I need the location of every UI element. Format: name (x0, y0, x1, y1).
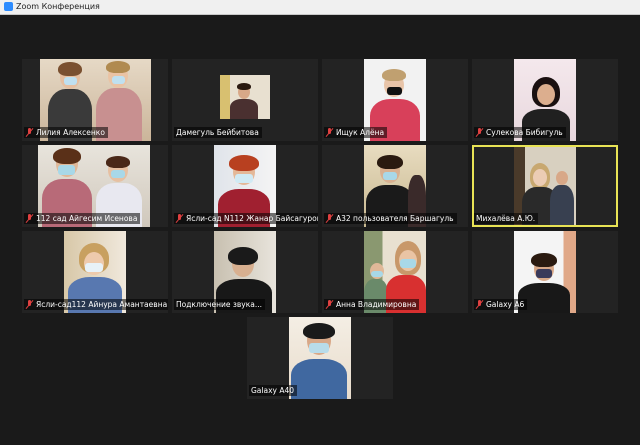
participant-nameplate: Подключение звука... (174, 299, 265, 310)
muted-mic-icon (325, 213, 334, 224)
window-title: Zoom Конференция (16, 2, 100, 11)
participant-name: Подключение звука... (176, 300, 262, 309)
participant-tile[interactable]: Анна Владимировна (322, 231, 468, 313)
title-bar: Zoom Конференция (0, 0, 640, 15)
muted-mic-icon (175, 213, 184, 224)
participant-name: Galaxy A6 (486, 300, 525, 309)
participant-name: Сулекова Бибигуль (486, 128, 563, 137)
participant-nameplate: А32 пользователя Баршагуль (324, 213, 457, 224)
participant-nameplate: Ищук Алёна (324, 127, 388, 138)
participant-name: 112 сад Айгесим Исенова (36, 214, 138, 223)
participant-nameplate: Анна Владимировна (324, 299, 420, 310)
participant-nameplate: Galaxy A6 (474, 299, 528, 310)
participant-nameplate: Дамегуль Бейбитова (174, 127, 262, 138)
participant-nameplate: Ясли-сад112 Айнура Амантаевна (24, 299, 168, 310)
participant-tile[interactable]: Подключение звука... (172, 231, 318, 313)
participant-tile[interactable]: Дамегуль Бейбитова (172, 59, 318, 141)
muted-mic-icon (325, 299, 334, 310)
muted-mic-icon (25, 299, 34, 310)
participant-tile[interactable]: Galaxy A6 (472, 231, 618, 313)
participant-tile[interactable]: Ясли-сад N112 Жанар Байсагурова (172, 145, 318, 227)
muted-mic-icon (475, 299, 484, 310)
participant-tile[interactable]: Galaxy A40 (247, 317, 393, 399)
participant-name: А32 пользователя Баршагуль (336, 214, 454, 223)
participant-tile[interactable]: А32 пользователя Баршагуль (322, 145, 468, 227)
participant-name: Лилия Алексенко (36, 128, 105, 137)
participant-nameplate: Galaxy A40 (249, 385, 298, 396)
participant-video (289, 317, 351, 399)
participant-tile[interactable]: Ясли-сад112 Айнура Амантаевна (22, 231, 168, 313)
participant-name: Ясли-сад112 Айнура Амантаевна (36, 300, 168, 309)
participant-name: Михалёва А.Ю. (476, 214, 536, 223)
participant-tile[interactable]: 112 сад Айгесим Исенова (22, 145, 168, 227)
muted-mic-icon (475, 127, 484, 138)
muted-mic-icon (25, 127, 34, 138)
muted-mic-icon (325, 127, 334, 138)
zoom-app-icon (4, 2, 13, 11)
participant-nameplate: Лилия Алексенко (24, 127, 108, 138)
participant-name: Анна Владимировна (336, 300, 417, 309)
participant-video (220, 75, 270, 119)
participant-name: Galaxy A40 (251, 386, 295, 395)
participant-nameplate: Сулекова Бибигуль (474, 127, 566, 138)
video-gallery: Лилия Алексенко Дамегуль Бейбитова Ищук … (0, 15, 640, 445)
participant-name: Ищук Алёна (336, 128, 385, 137)
participant-tile[interactable]: Сулекова Бибигуль (472, 59, 618, 141)
muted-mic-icon (25, 213, 34, 224)
participant-tile-active-speaker[interactable]: Михалёва А.Ю. (472, 145, 618, 227)
participant-nameplate: Михалёва А.Ю. (474, 213, 539, 224)
participant-tile[interactable]: Ищук Алёна (322, 59, 468, 141)
participant-name: Дамегуль Бейбитова (176, 128, 259, 137)
participant-name: Ясли-сад N112 Жанар Байсагурова (186, 214, 318, 223)
participant-nameplate: Ясли-сад N112 Жанар Байсагурова (174, 213, 318, 224)
participant-nameplate: 112 сад Айгесим Исенова (24, 213, 141, 224)
participant-tile[interactable]: Лилия Алексенко (22, 59, 168, 141)
